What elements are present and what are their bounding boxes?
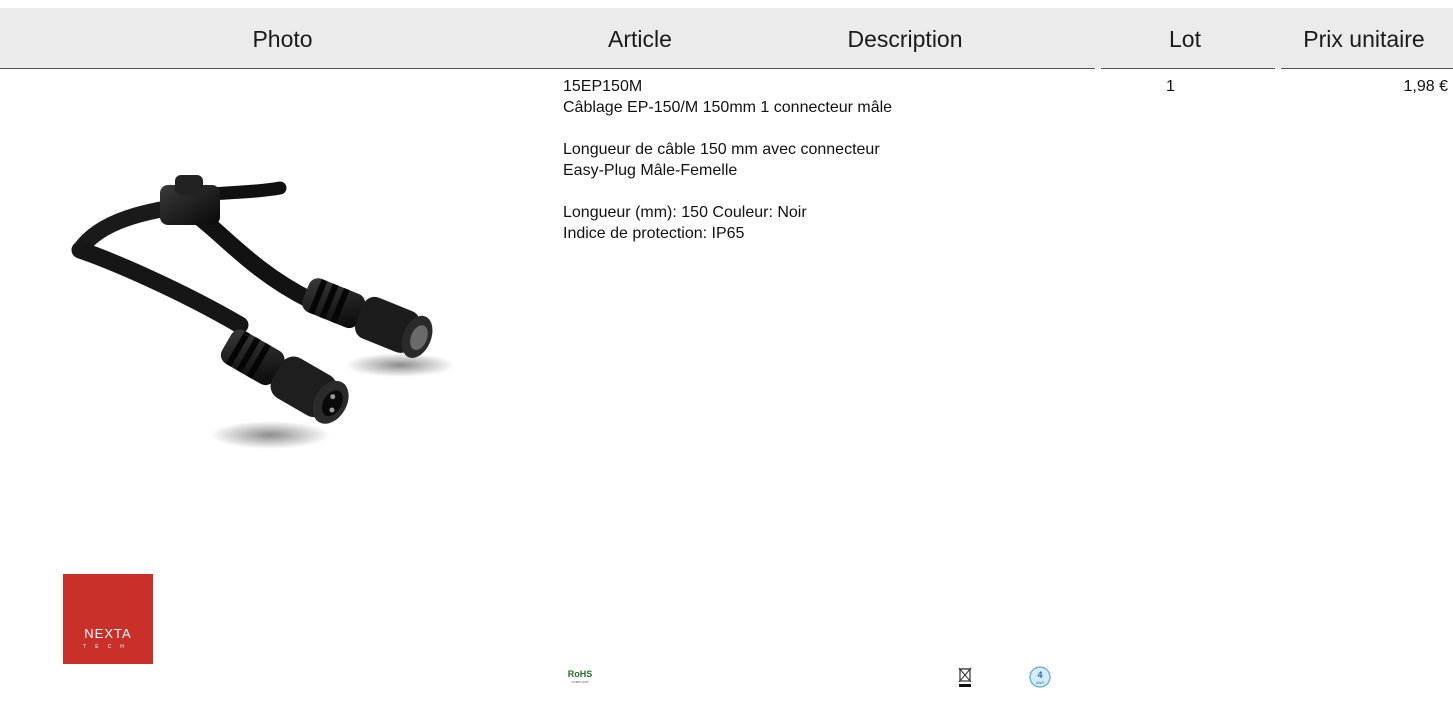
svg-text:4: 4 xyxy=(1037,670,1042,680)
spec-line: Indice de protection: IP65 xyxy=(563,225,745,242)
article-code: 15EP150M xyxy=(563,78,643,95)
svg-text:RoHS: RoHS xyxy=(568,669,592,679)
col-unit-price: Prix unitaire xyxy=(1303,26,1425,52)
product-photo xyxy=(71,175,455,449)
col-lot: Lot xyxy=(1169,26,1201,52)
header-gap xyxy=(1095,68,1101,69)
svg-text:COMPLIANT: COMPLIANT xyxy=(571,680,589,684)
header-gap xyxy=(1275,68,1281,69)
col-photo: Photo xyxy=(252,26,313,52)
warranty-badge-icon: 4 ANS xyxy=(1029,666,1051,688)
brand-logo: NEXTA TECH xyxy=(63,574,153,664)
col-description: Description xyxy=(847,26,963,52)
description-line: Longueur de câble 150 mm avec connecteur xyxy=(563,141,880,158)
lot-value: 1 xyxy=(1166,78,1175,95)
svg-text:ANS: ANS xyxy=(1036,680,1045,685)
article-name: Câblage EP-150/M 150mm 1 connecteur mâle xyxy=(563,99,893,116)
unit-price-value: 1,98 € xyxy=(1403,78,1448,95)
brand-logo-text: NEXTA xyxy=(84,626,132,641)
rohs-icon: RoHS COMPLIANT xyxy=(568,669,592,684)
table-header: Photo Article Description Lot Prix unita… xyxy=(0,8,1453,69)
col-article: Article xyxy=(608,26,672,52)
article-description: 15EP150M Câblage EP-150/M 150mm 1 connec… xyxy=(563,76,1083,265)
spec-line: Longueur (mm): 150 Couleur: Noir xyxy=(563,204,807,221)
weee-bin-icon xyxy=(958,667,972,687)
description-line: Easy-Plug Mâle-Femelle xyxy=(563,162,738,179)
brand-logo-subtext: TECH xyxy=(83,644,133,650)
